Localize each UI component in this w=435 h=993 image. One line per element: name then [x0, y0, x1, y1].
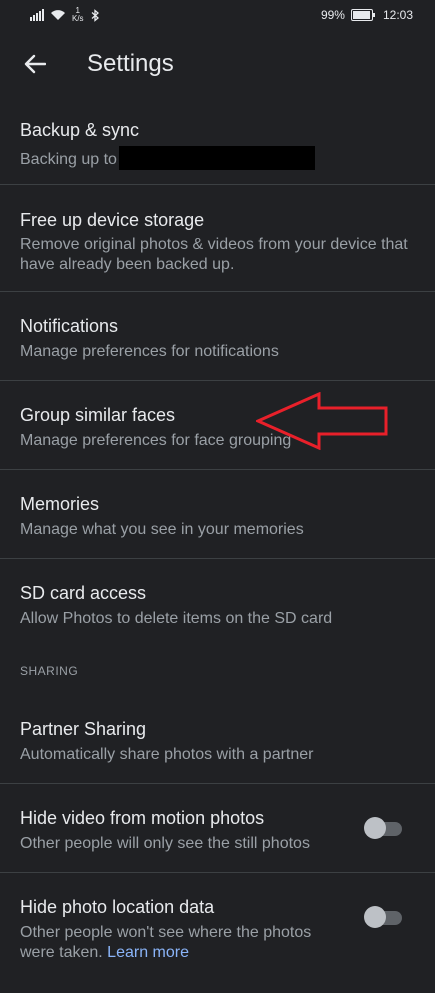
redacted-account: [118, 146, 315, 170]
clock: 12:03: [382, 8, 413, 22]
red-arrow-annotation: [256, 392, 388, 450]
sd-card-access-item[interactable]: SD card access Allow Photos to delete it…: [0, 559, 435, 647]
memories-item[interactable]: Memories Manage what you see in your mem…: [0, 470, 435, 559]
free-up-storage-item[interactable]: Free up device storage Remove original p…: [0, 185, 435, 292]
backup-sync-item[interactable]: Backup & sync Backing up to: [0, 96, 435, 185]
settings-list: Backup & sync Backing up to Free up devi…: [0, 96, 435, 993]
battery-percent: 99%: [320, 8, 345, 22]
app-bar: Settings: [0, 32, 435, 96]
partner-sharing-item[interactable]: Partner Sharing Automatically share phot…: [0, 697, 435, 784]
item-subtitle: Other people will only see the still pho…: [20, 835, 310, 852]
arrow-back-icon: [24, 54, 46, 74]
item-subtitle: Manage what you see in your memories: [20, 521, 304, 538]
item-subtitle: Remove original photos & videos from you…: [20, 236, 408, 273]
sharing-section-header: SHARING: [0, 647, 435, 697]
network-speed: 1 K/s: [72, 6, 84, 23]
cell-signal-icon: [30, 9, 44, 21]
item-title: Memories: [20, 494, 100, 514]
item-title: Group similar faces: [20, 405, 176, 425]
item-title: SD card access: [20, 583, 147, 603]
item-subtitle: Manage preferences for notifications: [20, 343, 279, 360]
page-title: Settings: [87, 50, 174, 77]
item-title: Partner Sharing: [20, 719, 147, 739]
battery-icon: [350, 9, 375, 21]
item-subtitle: Automatically share photos with a partne…: [20, 746, 314, 763]
notifications-item[interactable]: Notifications Manage preferences for not…: [0, 292, 435, 381]
hide-video-toggle[interactable]: [364, 817, 402, 839]
item-subtitle: Backing up to: [20, 151, 117, 168]
status-bar: 1 K/s 99% 12:03: [0, 0, 435, 32]
learn-more-link[interactable]: Learn more: [107, 944, 189, 961]
hide-location-item[interactable]: Hide photo location data Other people wo…: [0, 873, 435, 993]
item-title: Notifications: [20, 316, 119, 336]
back-button[interactable]: [20, 49, 50, 79]
item-title: Hide video from motion photos: [20, 808, 265, 828]
item-subtitle: Manage preferences for face grouping: [20, 432, 292, 449]
item-title: Hide photo location data: [20, 897, 215, 917]
bluetooth-icon: [91, 8, 99, 22]
item-title: Backup & sync: [20, 120, 140, 140]
hide-video-motion-item[interactable]: Hide video from motion photos Other peop…: [0, 784, 435, 873]
section-header-label: SHARING: [20, 664, 79, 678]
wifi-icon: [51, 10, 65, 20]
item-title: Free up device storage: [20, 210, 205, 230]
hide-location-toggle[interactable]: [364, 906, 402, 928]
item-subtitle: Allow Photos to delete items on the SD c…: [20, 610, 333, 627]
